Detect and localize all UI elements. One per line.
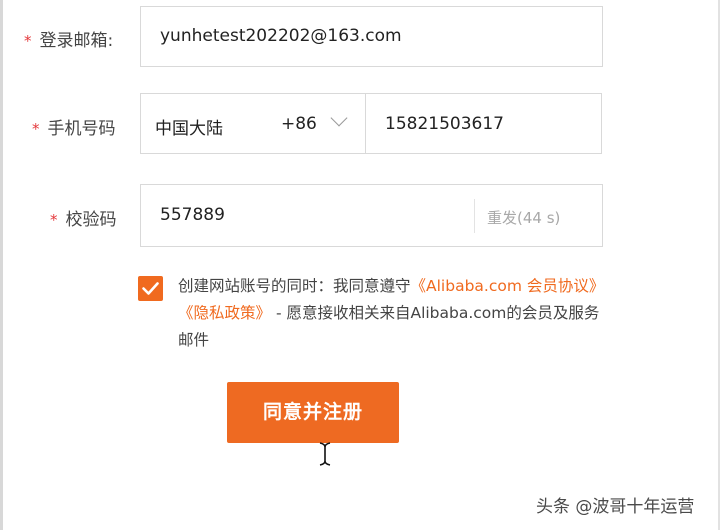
checkmark-icon (142, 282, 159, 295)
phone-field[interactable]: 15821503617 (365, 93, 602, 154)
watermark-text: 头条 @波哥十年运营 (536, 497, 695, 517)
email-label: * 登录邮箱: (24, 26, 113, 51)
required-mark: * (24, 32, 32, 50)
code-label-text: 校验码 (65, 210, 117, 230)
code-label: * 校验码 (50, 205, 117, 230)
email-value: yunhetest202202@163.com (160, 26, 402, 46)
phone-value: 15821503617 (385, 114, 504, 134)
agree-checkbox[interactable] (138, 276, 163, 301)
text-cursor-icon (318, 441, 332, 471)
code-value: 557889 (160, 205, 225, 225)
phone-label: * 手机号码 (32, 114, 116, 139)
terms-link[interactable]: 《Alibaba.com 会员协议》 (411, 277, 605, 295)
resend-divider (474, 199, 475, 233)
resend-button[interactable]: 重发(44 s) (487, 207, 560, 228)
required-mark: * (32, 120, 40, 138)
phone-label-text: 手机号码 (47, 119, 116, 139)
code-field[interactable]: 557889 重发(44 s) (140, 184, 603, 247)
right-border (718, 0, 720, 530)
email-field[interactable]: yunhetest202202@163.com (140, 6, 603, 67)
country-code-value: +86 (281, 114, 317, 134)
agreement-text: 创建网站账号的同时：我同意遵守《Alibaba.com 会员协议》 《隐私政策》… (178, 273, 606, 354)
left-border (0, 0, 3, 530)
agreement-prefix: 创建网站账号的同时：我同意遵守 (178, 277, 411, 295)
chevron-down-icon (330, 109, 348, 127)
privacy-link[interactable]: 《隐私政策》 (178, 304, 271, 322)
email-label-text: 登录邮箱: (39, 31, 114, 51)
register-button[interactable]: 同意并注册 (227, 382, 399, 443)
country-code-select[interactable]: 中国大陆 +86 (140, 93, 366, 154)
required-mark: * (50, 211, 58, 229)
region-value: 中国大陆 (155, 119, 223, 139)
